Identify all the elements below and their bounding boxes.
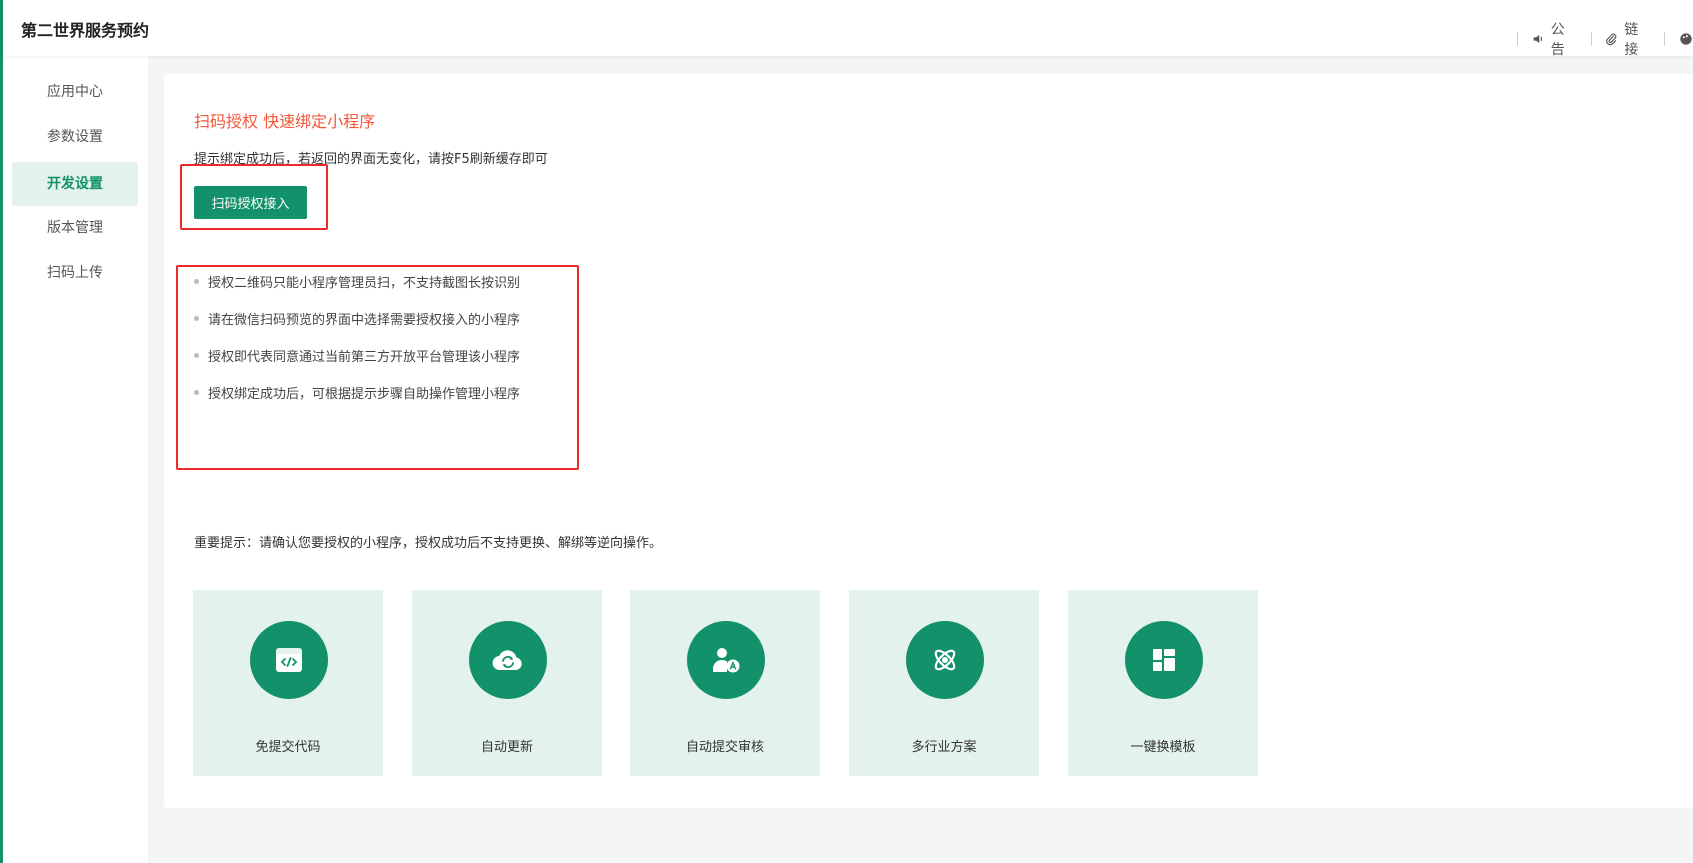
bullet-icon [194, 353, 199, 358]
page-heading: 扫码授权 快速绑定小程序 [194, 112, 376, 131]
bullet-icon [194, 316, 199, 321]
sidebar-item-dev-settings[interactable]: 开发设置 [12, 162, 138, 206]
header-divider [1590, 32, 1592, 46]
important-notice: 重要提示：请确认您要授权的小程序，授权成功后不支持更换、解绑等逆向操作。 [194, 536, 663, 551]
feature-card-auto-update: 自动更新 [412, 590, 602, 776]
sidebar-item-version[interactable]: 版本管理 [12, 206, 138, 250]
feature-card-auto-review: 自动提交审核 [630, 590, 820, 776]
note-text: 授权绑定成功后，可根据提示步骤自助操作管理小程序 [208, 387, 521, 402]
note-text: 请在微信扫码预览的界面中选择需要授权接入的小程序 [208, 313, 521, 328]
main-panel: 扫码授权 快速绑定小程序 提示绑定成功后，若返回的界面无变化，请按F5刷新缓存即… [164, 74, 1693, 808]
feature-icon-circle [687, 621, 765, 699]
note-text: 授权即代表同意通过当前第三方开放平台管理该小程序 [208, 350, 521, 365]
header-actions: 公告 链接 [1503, 19, 1693, 59]
user-review-icon [713, 648, 740, 673]
bullet-icon [194, 279, 199, 284]
sidebar-item-scan-upload[interactable]: 扫码上传 [12, 251, 138, 295]
paperclip-icon [1606, 33, 1617, 46]
header-divider [1517, 32, 1518, 46]
palette-icon [1680, 33, 1692, 45]
feature-card-multi-industry: 多行业方案 [849, 590, 1039, 776]
note-text: 授权二维码只能小程序管理员扫，不支持截图长按识别 [208, 276, 521, 291]
announcement-label: 公告 [1550, 22, 1565, 58]
header-divider [1664, 32, 1665, 46]
code-window-icon [276, 648, 302, 672]
note-item: 请在微信扫码预览的界面中选择需要授权接入的小程序 [194, 309, 520, 328]
bullet-icon [194, 390, 199, 395]
links-link[interactable]: 链接 [1605, 19, 1650, 59]
feature-card-template-switch: 一键换模板 [1068, 590, 1258, 776]
feature-label: 一键换模板 [1130, 740, 1196, 755]
note-item: 授权二维码只能小程序管理员扫，不支持截图长按识别 [194, 272, 520, 291]
top-header: 第二世界服务预约 公告 链接 [3, 0, 1693, 59]
sidebar: 应用中心 参数设置 开发设置 版本管理 扫码上传 [3, 56, 148, 863]
sidebar-item-app-center[interactable]: 应用中心 [12, 70, 138, 114]
links-label: 链接 [1624, 22, 1639, 58]
highlight-box-notes [176, 265, 579, 470]
atom-icon [934, 649, 956, 671]
sidebar-item-params[interactable]: 参数设置 [12, 115, 138, 159]
announcement-link[interactable]: 公告 [1532, 19, 1577, 59]
feature-label: 自动提交审核 [685, 740, 764, 755]
feature-icon-circle [906, 621, 984, 699]
note-item: 授权绑定成功后，可根据提示步骤自助操作管理小程序 [194, 383, 520, 402]
speaker-icon [1533, 34, 1542, 44]
scan-authorize-button[interactable]: 扫码授权接入 [194, 186, 307, 219]
feature-icon-circle [1125, 621, 1203, 699]
feature-label: 自动更新 [480, 740, 533, 755]
feature-icon-circle [250, 621, 328, 699]
feature-label: 多行业方案 [911, 740, 977, 755]
layout-template-icon [1153, 649, 1175, 671]
app-title: 第二世界服务预约 [21, 21, 150, 40]
feature-label: 免提交代码 [255, 740, 321, 755]
note-item: 授权即代表同意通过当前第三方开放平台管理该小程序 [194, 346, 520, 365]
palette-button[interactable] [1679, 32, 1693, 46]
cloud-sync-icon [492, 650, 522, 671]
feature-card-no-code: 免提交代码 [193, 590, 383, 776]
feature-icon-circle [469, 621, 547, 699]
